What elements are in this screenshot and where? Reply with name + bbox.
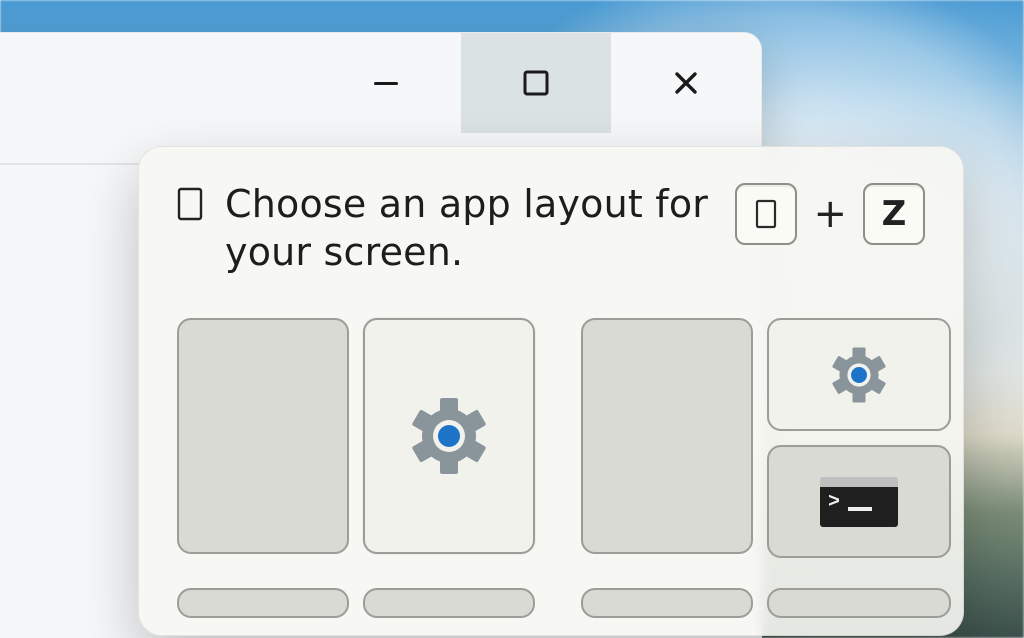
windows-key-icon (754, 199, 778, 229)
maximize-button[interactable] (461, 33, 611, 133)
snap-flyout-title: Choose an app layout for your screen. (225, 181, 713, 276)
snap-layouts-second-row (177, 588, 925, 618)
terminal-icon: > (820, 477, 898, 527)
zone-placeholder[interactable] (177, 588, 349, 618)
zone-right-half[interactable] (363, 318, 535, 554)
snap-layout-50-50[interactable] (177, 318, 535, 558)
zone-placeholder[interactable] (363, 588, 535, 618)
windows-key-cap (735, 183, 797, 245)
snap-shortcut-hint: + Z (735, 183, 925, 245)
close-button[interactable] (611, 33, 761, 133)
zone-top-right[interactable] (767, 318, 951, 431)
close-icon (668, 65, 704, 101)
zone-placeholder[interactable] (581, 588, 753, 618)
zone-left-half-b[interactable] (581, 318, 753, 554)
minimize-button[interactable] (311, 33, 461, 133)
plus-separator: + (809, 194, 851, 234)
minimize-icon (368, 65, 404, 101)
snap-layouts-flyout: Choose an app layout for your screen. + … (138, 146, 964, 636)
maximize-icon (518, 65, 554, 101)
layout-icon (177, 187, 203, 225)
zone-bottom-right[interactable]: > (767, 445, 951, 558)
z-key-label: Z (882, 197, 907, 231)
zone-left-half[interactable] (177, 318, 349, 554)
gear-icon (830, 346, 888, 404)
gear-icon (409, 396, 489, 476)
zone-placeholder[interactable] (767, 588, 951, 618)
z-key-cap: Z (863, 183, 925, 245)
window-caption-buttons (311, 33, 761, 133)
snap-layout-50-25-25[interactable]: > (581, 318, 951, 558)
